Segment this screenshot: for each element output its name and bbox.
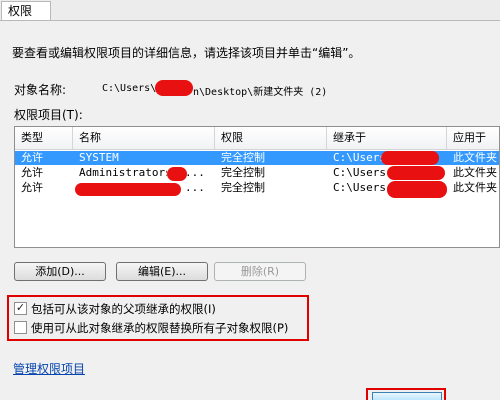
add-button[interactable]: 添加(D)... [14,262,106,281]
row-permission: 完全控制 [221,181,265,194]
permission-entries-list[interactable]: 类型 名称 权限 继承于 应用于 允许 SYSTEM 完全控制 C:\Users… [14,126,500,248]
row-type: 允许 [21,181,43,194]
inherit-checkbox-label[interactable]: 包括可从该对象的父项继承的权限(I) [31,301,216,317]
row-permission: 完全控制 [221,151,265,164]
object-name-path-start: C:\Users\ [102,83,157,94]
row-type: 允许 [21,166,43,179]
tab-strip: 权限 [0,0,500,21]
column-header-name[interactable]: 名称 [73,127,215,149]
row-applies-to: 此文件夹 [453,151,497,164]
row-permission: 完全控制 [221,166,265,179]
edit-button[interactable]: 编辑(E)... [116,262,208,281]
object-name-path-end: n\Desktop\新建文件夹 (2) [193,87,328,98]
redaction-mark [381,151,439,165]
column-header-type[interactable]: 类型 [15,127,73,149]
row-applies-to: 此文件夹 [453,166,497,179]
row-applies-to: 此文件夹 [453,181,497,194]
column-header-permission[interactable]: 权限 [215,127,327,149]
permission-entries-label: 权限项目(T): [14,108,83,122]
inherit-checkbox[interactable]: ✓ [14,302,27,315]
redaction-mark [167,167,187,181]
row-name-suffix: ... [185,166,205,179]
object-name-label: 对象名称: [14,83,67,97]
instruction-text: 要查看或编辑权限项目的详细信息，请选择该项目并单击“编辑”。 [12,46,361,60]
redaction-mark [155,80,193,96]
redaction-mark [75,183,181,196]
row-name: Administrators [79,166,167,179]
redaction-mark [387,166,445,180]
tab-permissions[interactable]: 权限 [1,1,51,20]
remove-button[interactable]: 删除(R) [214,262,306,281]
row-name: SYSTEM [79,151,119,164]
replace-children-checkbox[interactable] [14,321,27,334]
row-type: 允许 [21,151,43,164]
row-name-suffix: ... [185,181,205,194]
manage-permissions-link[interactable]: 管理权限项目 [13,360,85,377]
column-header-applies-to[interactable]: 应用于 [447,127,499,149]
list-header: 类型 名称 权限 继承于 应用于 [15,127,499,150]
redaction-mark [387,181,447,198]
replace-children-checkbox-label[interactable]: 使用可从此对象继承的权限替换所有子对象权限(P) [31,320,288,336]
highlight-box-ok [366,388,446,400]
column-header-inherited-from[interactable]: 继承于 [327,127,447,149]
